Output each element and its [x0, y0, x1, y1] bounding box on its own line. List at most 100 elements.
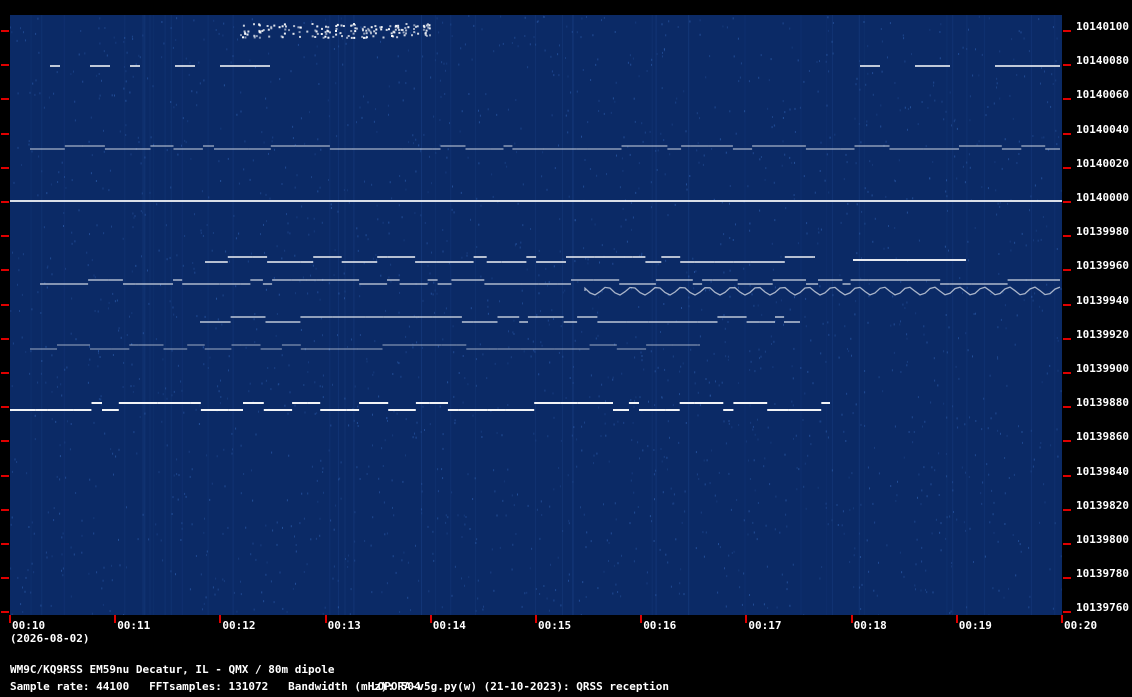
noise-speck	[462, 401, 464, 404]
vertical-streak	[30, 15, 32, 615]
noise-speck	[727, 321, 729, 323]
noise-speck	[322, 374, 324, 377]
burst-speck	[284, 28, 287, 31]
noise-speck	[491, 548, 493, 551]
noise-speck	[685, 422, 687, 424]
noise-speck	[512, 331, 514, 334]
frequency-tick-right	[1063, 201, 1071, 203]
noise-speck	[22, 586, 23, 589]
noise-speck	[301, 205, 303, 208]
noise-speck	[289, 391, 291, 394]
noise-speck	[1028, 546, 1030, 549]
noise-speck	[656, 53, 658, 55]
noise-speck	[445, 307, 447, 310]
noise-speck	[981, 502, 983, 505]
noise-speck	[279, 571, 281, 574]
noise-speck	[749, 222, 751, 225]
fsk-trace	[352, 148, 376, 150]
fsk-trace	[73, 409, 92, 411]
noise-speck	[592, 307, 594, 310]
noise-speck	[533, 432, 535, 435]
fsk-trace	[458, 409, 488, 411]
noise-speck	[737, 37, 739, 40]
noise-speck	[943, 402, 945, 405]
noise-speck	[442, 229, 444, 231]
noise-speck	[708, 289, 710, 292]
noise-speck	[587, 121, 589, 124]
noise-speck	[599, 261, 600, 264]
noise-speck	[681, 521, 683, 524]
noise-speck	[130, 385, 132, 388]
vertical-streak	[181, 15, 183, 615]
noise-speck	[752, 521, 754, 524]
noise-speck	[661, 23, 663, 26]
noise-speck	[612, 376, 614, 379]
noise-speck	[981, 53, 983, 56]
noise-speck	[442, 433, 444, 436]
noise-speck	[711, 449, 713, 452]
noise-speck	[354, 385, 356, 388]
burst-speck	[281, 36, 284, 39]
fsk-trace	[694, 402, 713, 404]
noise-speck	[796, 466, 798, 469]
noise-speck	[1016, 314, 1018, 317]
noise-speck	[880, 28, 882, 30]
fsk-trace	[554, 348, 578, 350]
noise-speck	[319, 517, 321, 520]
noise-speck	[21, 164, 22, 166]
noise-speck	[922, 425, 923, 428]
noise-speck	[511, 568, 513, 571]
noise-speck	[901, 571, 903, 574]
noise-speck	[141, 255, 142, 258]
burst-speck	[404, 27, 407, 29]
noise-speck	[763, 603, 765, 606]
noise-speck	[703, 555, 705, 558]
noise-speck	[709, 55, 711, 58]
fsk-trace	[538, 283, 558, 285]
noise-speck	[110, 448, 112, 451]
noise-speck	[346, 189, 348, 192]
noise-speck	[874, 446, 875, 449]
noise-speck	[553, 318, 555, 320]
noise-speck	[118, 327, 120, 330]
noise-speck	[502, 499, 504, 502]
burst-speck	[342, 25, 345, 27]
noise-speck	[638, 306, 640, 308]
noise-speck	[86, 251, 88, 254]
noise-speck	[923, 466, 925, 469]
noise-speck	[321, 385, 323, 388]
noise-speck	[384, 533, 386, 536]
fsk-trace	[576, 148, 588, 150]
noise-speck	[827, 321, 829, 324]
noise-speck	[392, 506, 393, 509]
noise-speck	[254, 341, 256, 344]
noise-speck	[1012, 534, 1014, 536]
noise-speck	[371, 183, 373, 186]
fsk-trace	[187, 344, 205, 346]
burst-speck	[253, 34, 256, 37]
noise-speck	[1049, 568, 1051, 571]
noise-speck	[872, 93, 874, 96]
noise-speck	[202, 346, 204, 349]
noise-speck	[50, 604, 52, 607]
noise-speck	[1004, 523, 1006, 525]
fsk-trace	[35, 409, 48, 411]
noise-speck	[856, 77, 858, 80]
noise-speck	[963, 521, 965, 524]
noise-speck	[997, 202, 999, 205]
noise-speck	[924, 420, 926, 423]
noise-speck	[87, 381, 89, 384]
noise-speck	[99, 42, 101, 45]
time-label: 00:18	[853, 619, 887, 632]
noise-speck	[206, 554, 207, 557]
noise-speck	[132, 38, 134, 40]
time-label: 00:10	[12, 619, 46, 632]
noise-speck	[666, 456, 668, 459]
noise-speck	[869, 160, 871, 163]
frequency-tick-right	[1063, 406, 1071, 409]
fsk-trace	[840, 148, 855, 150]
noise-speck	[1060, 555, 1062, 558]
fsk-trace	[248, 148, 271, 150]
noise-speck	[638, 162, 640, 165]
noise-speck	[752, 428, 754, 431]
